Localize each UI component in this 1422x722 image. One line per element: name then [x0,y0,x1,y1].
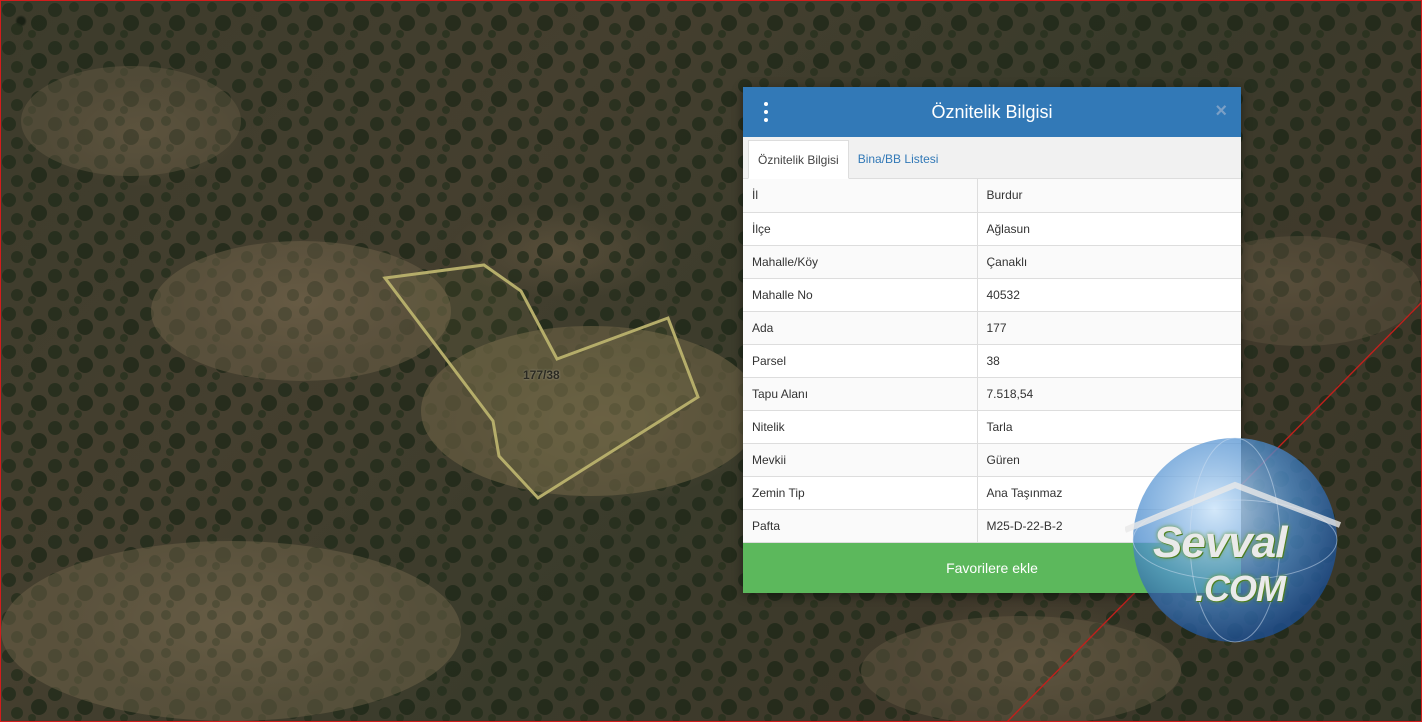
attr-key: Parsel [743,344,978,378]
table-row: İl Burdur [743,179,1241,213]
attr-key: Nitelik [743,410,978,444]
parcel-label: 177/38 [523,368,560,382]
panel-header: Öznitelik Bilgisi × [743,87,1241,137]
clearing [861,616,1181,721]
attr-value: Ana Taşınmaz [977,476,1241,510]
attr-value: Ağlasun [977,212,1241,246]
attr-key: Zemin Tip [743,476,978,510]
attr-key: İlçe [743,212,978,246]
kebab-menu-icon[interactable] [761,102,771,122]
attr-value: 40532 [977,278,1241,312]
table-row: İlçe Ağlasun [743,212,1241,246]
table-row: Nitelik Tarla [743,410,1241,444]
close-icon[interactable]: × [1215,101,1227,121]
table-row: Ada 177 [743,311,1241,345]
attr-value: 177 [977,311,1241,345]
tab-attribute-info[interactable]: Öznitelik Bilgisi [748,140,849,179]
attr-value: M25-D-22-B-2 [977,509,1241,543]
attr-value: Burdur [977,179,1241,213]
table-row: Mahalle/Köy Çanaklı [743,245,1241,279]
attr-value: Tarla [977,410,1241,444]
attr-key: Pafta [743,509,978,543]
attr-value: 38 [977,344,1241,378]
clearing [21,66,241,176]
attribute-panel: Öznitelik Bilgisi × Öznitelik Bilgisi Bi… [743,87,1241,593]
table-row: Parsel 38 [743,344,1241,378]
attr-value: Çanaklı [977,245,1241,279]
clearing [1,541,461,721]
table-row: Zemin Tip Ana Taşınmaz [743,476,1241,510]
attr-value: 7.518,54 [977,377,1241,411]
table-row: Pafta M25-D-22-B-2 [743,509,1241,543]
clearing [151,241,451,381]
attr-value: Güren [977,443,1241,477]
table-row: Tapu Alanı 7.518,54 [743,377,1241,411]
attr-key: Mahalle No [743,278,978,312]
attribute-table: İl Burdur İlçe Ağlasun Mahalle/Köy Çanaklı … [743,179,1241,543]
table-row: Mahalle No 40532 [743,278,1241,312]
attr-key: Ada [743,311,978,345]
panel-tabs: Öznitelik Bilgisi Bina/BB Listesi [743,137,1241,179]
attr-key: Mevkii [743,443,978,477]
attr-key: Tapu Alanı [743,377,978,411]
panel-title: Öznitelik Bilgisi [931,101,1053,122]
table-row: Mevkii Güren [743,443,1241,477]
attr-key: Mahalle/Köy [743,245,978,279]
tab-building-list[interactable]: Bina/BB Listesi [849,140,948,178]
attr-key: İl [743,179,978,213]
add-favorites-button[interactable]: Favorilere ekle [743,542,1241,593]
